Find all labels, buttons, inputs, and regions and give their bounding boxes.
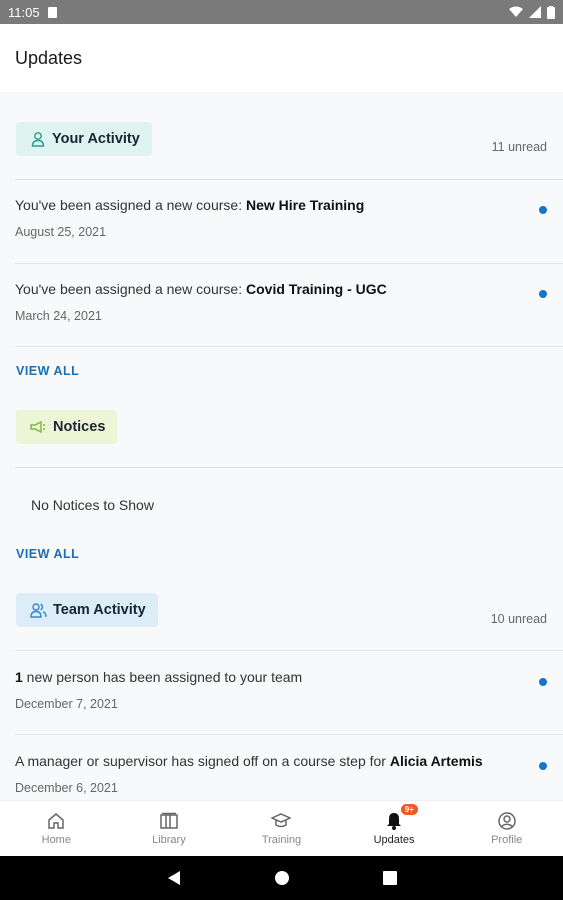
bottom-navigation: Home Library Training 9+ Updates Profile xyxy=(0,800,563,856)
home-button-icon[interactable] xyxy=(274,870,290,886)
divider xyxy=(15,467,563,468)
battery-icon xyxy=(547,5,555,19)
notices-view-all-link[interactable]: VIEW ALL xyxy=(16,547,79,561)
notices-title: Notices xyxy=(53,419,106,435)
profile-icon xyxy=(497,812,516,830)
nav-profile-label: Profile xyxy=(491,834,523,846)
nav-updates-label: Updates xyxy=(373,834,415,846)
status-bar: 11:05 xyxy=(0,0,563,24)
unread-dot xyxy=(539,762,547,770)
nav-library[interactable]: Library xyxy=(113,801,226,856)
activity-item-message: You've been assigned a new course: Covid… xyxy=(15,281,387,297)
nav-training-label: Training xyxy=(261,834,302,846)
your-activity-title: Your Activity xyxy=(52,131,140,147)
unread-dot xyxy=(539,678,547,686)
signal-icon xyxy=(529,6,541,18)
team-activity-title: Team Activity xyxy=(53,602,146,618)
nav-training[interactable]: Training xyxy=(225,801,338,856)
nav-home-label: Home xyxy=(41,834,71,846)
library-icon xyxy=(160,812,178,829)
activity-item[interactable]: You've been assigned a new course: New H… xyxy=(15,197,545,239)
recents-icon[interactable] xyxy=(382,871,397,885)
nav-library-label: Library xyxy=(152,834,186,846)
nav-profile[interactable]: Profile xyxy=(450,801,563,856)
unread-dot xyxy=(539,206,547,214)
notification-badge: 9+ xyxy=(400,804,418,815)
team-icon xyxy=(30,603,47,618)
back-icon[interactable] xyxy=(167,870,181,886)
your-activity-header: Your Activity xyxy=(16,122,152,156)
activity-item[interactable]: You've been assigned a new course: Covid… xyxy=(15,281,545,323)
divider xyxy=(15,346,563,347)
sim-card-icon xyxy=(47,6,57,18)
activity-item-message: You've been assigned a new course: New H… xyxy=(15,197,365,213)
user-icon xyxy=(31,132,45,147)
notices-header: Notices xyxy=(16,410,118,444)
your-activity-unread-count: 11 unread xyxy=(491,140,547,154)
megaphone-icon xyxy=(30,420,45,434)
divider xyxy=(15,734,563,735)
system-navigation-bar xyxy=(0,856,563,900)
team-activity-unread-count: 10 unread xyxy=(490,612,547,626)
activity-item-date: March 24, 2021 xyxy=(15,309,102,323)
team-activity-item[interactable]: A manager or supervisor has signed off o… xyxy=(15,753,545,795)
home-icon xyxy=(48,813,65,829)
graduation-cap-icon xyxy=(271,813,292,828)
activity-item-date: August 25, 2021 xyxy=(15,225,107,239)
nav-home[interactable]: Home xyxy=(0,801,113,856)
nav-updates[interactable]: 9+ Updates xyxy=(338,801,451,856)
status-time: 11:05 xyxy=(8,4,40,20)
divider xyxy=(15,263,563,264)
bell-icon xyxy=(387,813,402,830)
team-activity-item-message: A manager or supervisor has signed off o… xyxy=(15,753,483,769)
divider xyxy=(15,650,563,651)
app-bar: Updates xyxy=(0,24,563,92)
team-activity-item-message: 1 new person has been assigned to your t… xyxy=(15,669,303,685)
divider xyxy=(15,179,563,180)
team-activity-item-date: December 6, 2021 xyxy=(15,781,118,795)
team-activity-header: Team Activity xyxy=(16,593,158,627)
team-activity-item[interactable]: 1 new person has been assigned to your t… xyxy=(15,669,545,711)
updates-content: Your Activity 11 unread You've been assi… xyxy=(0,92,563,800)
team-activity-item-date: December 7, 2021 xyxy=(15,697,118,711)
your-activity-view-all-link[interactable]: VIEW ALL xyxy=(16,364,79,378)
page-title: Updates xyxy=(15,47,83,68)
unread-dot xyxy=(539,290,547,298)
wifi-icon xyxy=(509,6,523,17)
notices-empty-message: No Notices to Show xyxy=(31,497,154,513)
